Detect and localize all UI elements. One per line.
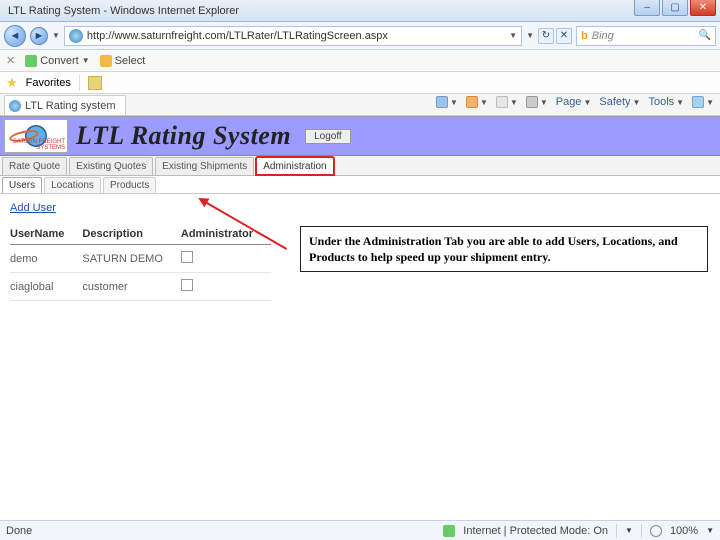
page-menu[interactable]: Page▼ xyxy=(556,96,592,108)
favorites-bar: ★ Favorites xyxy=(0,72,720,94)
select-button[interactable]: Select xyxy=(100,55,146,67)
window-title: LTL Rating System - Windows Internet Exp… xyxy=(4,5,716,17)
refresh-controls: ↻ ✕ xyxy=(538,28,572,44)
cell-description: SATURN DEMO xyxy=(82,245,180,273)
help-icon xyxy=(692,96,704,108)
search-box[interactable]: b Bing 🔍 xyxy=(576,26,716,46)
page-content: SATURN FREIGHT SYSTEMS LTL Rating System… xyxy=(0,116,720,520)
help-button[interactable]: ▼ xyxy=(692,96,714,108)
back-button[interactable]: ◄ xyxy=(4,25,26,47)
maximize-button[interactable]: ▢ xyxy=(662,0,688,16)
safety-menu[interactable]: Safety▼ xyxy=(599,96,640,108)
address-dropdown-icon[interactable]: ▼ xyxy=(509,31,517,40)
print-button[interactable]: ▼ xyxy=(526,96,548,108)
tab-rate-quote[interactable]: Rate Quote xyxy=(2,157,67,175)
cell-administrator xyxy=(181,245,271,273)
col-description: Description xyxy=(82,224,180,245)
app-title: LTL Rating System xyxy=(76,121,291,151)
zoom-menu-icon[interactable]: ▼ xyxy=(706,526,714,535)
subtab-products[interactable]: Products xyxy=(103,177,156,193)
mail-icon xyxy=(496,96,508,108)
app-banner: SATURN FREIGHT SYSTEMS LTL Rating System… xyxy=(0,116,720,156)
sub-nav: Users Locations Products xyxy=(0,176,720,194)
separator xyxy=(616,524,617,538)
print-icon xyxy=(526,96,538,108)
subtab-locations[interactable]: Locations xyxy=(44,177,101,193)
refresh-button[interactable]: ↻ xyxy=(538,28,554,44)
admin-checkbox[interactable] xyxy=(181,279,193,291)
select-label: Select xyxy=(115,55,146,67)
admin-checkbox[interactable] xyxy=(181,251,193,263)
cell-administrator xyxy=(181,273,271,301)
status-right: Internet | Protected Mode: On ▼ 100% ▼ xyxy=(443,524,714,538)
cell-description: customer xyxy=(82,273,180,301)
site-icon xyxy=(69,29,83,43)
convert-toolbar: ✕ Convert▼ Select xyxy=(0,50,720,72)
logoff-button[interactable]: Logoff xyxy=(305,129,351,144)
select-icon xyxy=(100,55,112,67)
mail-button[interactable]: ▼ xyxy=(496,96,518,108)
security-zone: Internet | Protected Mode: On xyxy=(463,525,608,537)
saturn-logo: SATURN FREIGHT SYSTEMS xyxy=(4,119,68,153)
search-placeholder: Bing xyxy=(592,30,695,42)
table-row: ciaglobal customer xyxy=(10,273,271,301)
window-controls: – ▢ ✕ xyxy=(634,0,716,16)
main-nav: Rate Quote Existing Quotes Existing Ship… xyxy=(0,156,720,176)
status-bar: Done Internet | Protected Mode: On ▼ 100… xyxy=(0,520,720,540)
add-user-link[interactable]: Add User xyxy=(10,202,56,214)
cell-username: demo xyxy=(10,245,82,273)
favorites-star-icon[interactable]: ★ xyxy=(6,75,18,91)
users-table: UserName Description Administrator demo … xyxy=(10,224,271,301)
url-text: http://www.saturnfreight.com/LTLRater/LT… xyxy=(87,30,505,42)
browser-tabbar: LTL Rating system ▼ ▼ ▼ ▼ Page▼ Safety▼ … xyxy=(0,94,720,116)
cell-username: ciaglobal xyxy=(10,273,82,301)
separator xyxy=(79,75,80,91)
tab-label: LTL Rating system xyxy=(25,100,115,112)
page-menu-label: Page xyxy=(556,96,582,108)
zoom-dropdown-icon[interactable]: ▼ xyxy=(625,526,633,535)
home-icon xyxy=(436,96,448,108)
convert-label: Convert xyxy=(40,55,79,67)
minimize-button[interactable]: – xyxy=(634,0,660,16)
tab-favicon xyxy=(9,100,21,112)
tools-menu-label: Tools xyxy=(648,96,674,108)
home-button[interactable]: ▼ xyxy=(436,96,458,108)
window-titlebar: LTL Rating System - Windows Internet Exp… xyxy=(0,0,720,22)
convert-icon xyxy=(25,55,37,67)
favorites-label: Favorites xyxy=(26,77,71,89)
status-done: Done xyxy=(6,525,443,537)
zoom-level: 100% xyxy=(670,525,698,537)
search-go-icon[interactable]: 🔍 xyxy=(699,30,711,41)
convert-button[interactable]: Convert▼ xyxy=(25,55,89,67)
close-button[interactable]: ✕ xyxy=(690,0,716,16)
stop-button[interactable]: ✕ xyxy=(556,28,572,44)
annotation-callout: Under the Administration Tab you are abl… xyxy=(300,226,708,272)
browser-navbar: ◄ ► ▼ http://www.saturnfreight.com/LTLRa… xyxy=(0,22,720,50)
favorites-item-icon[interactable] xyxy=(88,76,102,90)
tools-menu[interactable]: Tools▼ xyxy=(648,96,684,108)
command-bar: ▼ ▼ ▼ ▼ Page▼ Safety▼ Tools▼ ▼ xyxy=(436,96,714,108)
separator xyxy=(641,524,642,538)
forward-button[interactable]: ► xyxy=(30,27,48,45)
safety-menu-label: Safety xyxy=(599,96,630,108)
col-username: UserName xyxy=(10,224,82,245)
logo-text: SATURN FREIGHT SYSTEMS xyxy=(5,139,65,151)
subtab-users[interactable]: Users xyxy=(2,177,42,193)
tab-existing-quotes[interactable]: Existing Quotes xyxy=(69,157,153,175)
table-header-row: UserName Description Administrator xyxy=(10,224,271,245)
shield-icon xyxy=(443,525,455,537)
table-row: demo SATURN DEMO xyxy=(10,245,271,273)
bing-icon: b xyxy=(581,30,588,42)
feeds-icon xyxy=(466,96,478,108)
address-bar[interactable]: http://www.saturnfreight.com/LTLRater/LT… xyxy=(64,26,522,46)
tab-existing-shipments[interactable]: Existing Shipments xyxy=(155,157,254,175)
browser-tab[interactable]: LTL Rating system xyxy=(4,95,126,115)
feeds-button[interactable]: ▼ xyxy=(466,96,488,108)
tab-administration[interactable]: Administration xyxy=(256,157,333,175)
col-administrator: Administrator xyxy=(181,224,271,245)
zoom-icon[interactable] xyxy=(650,525,662,537)
